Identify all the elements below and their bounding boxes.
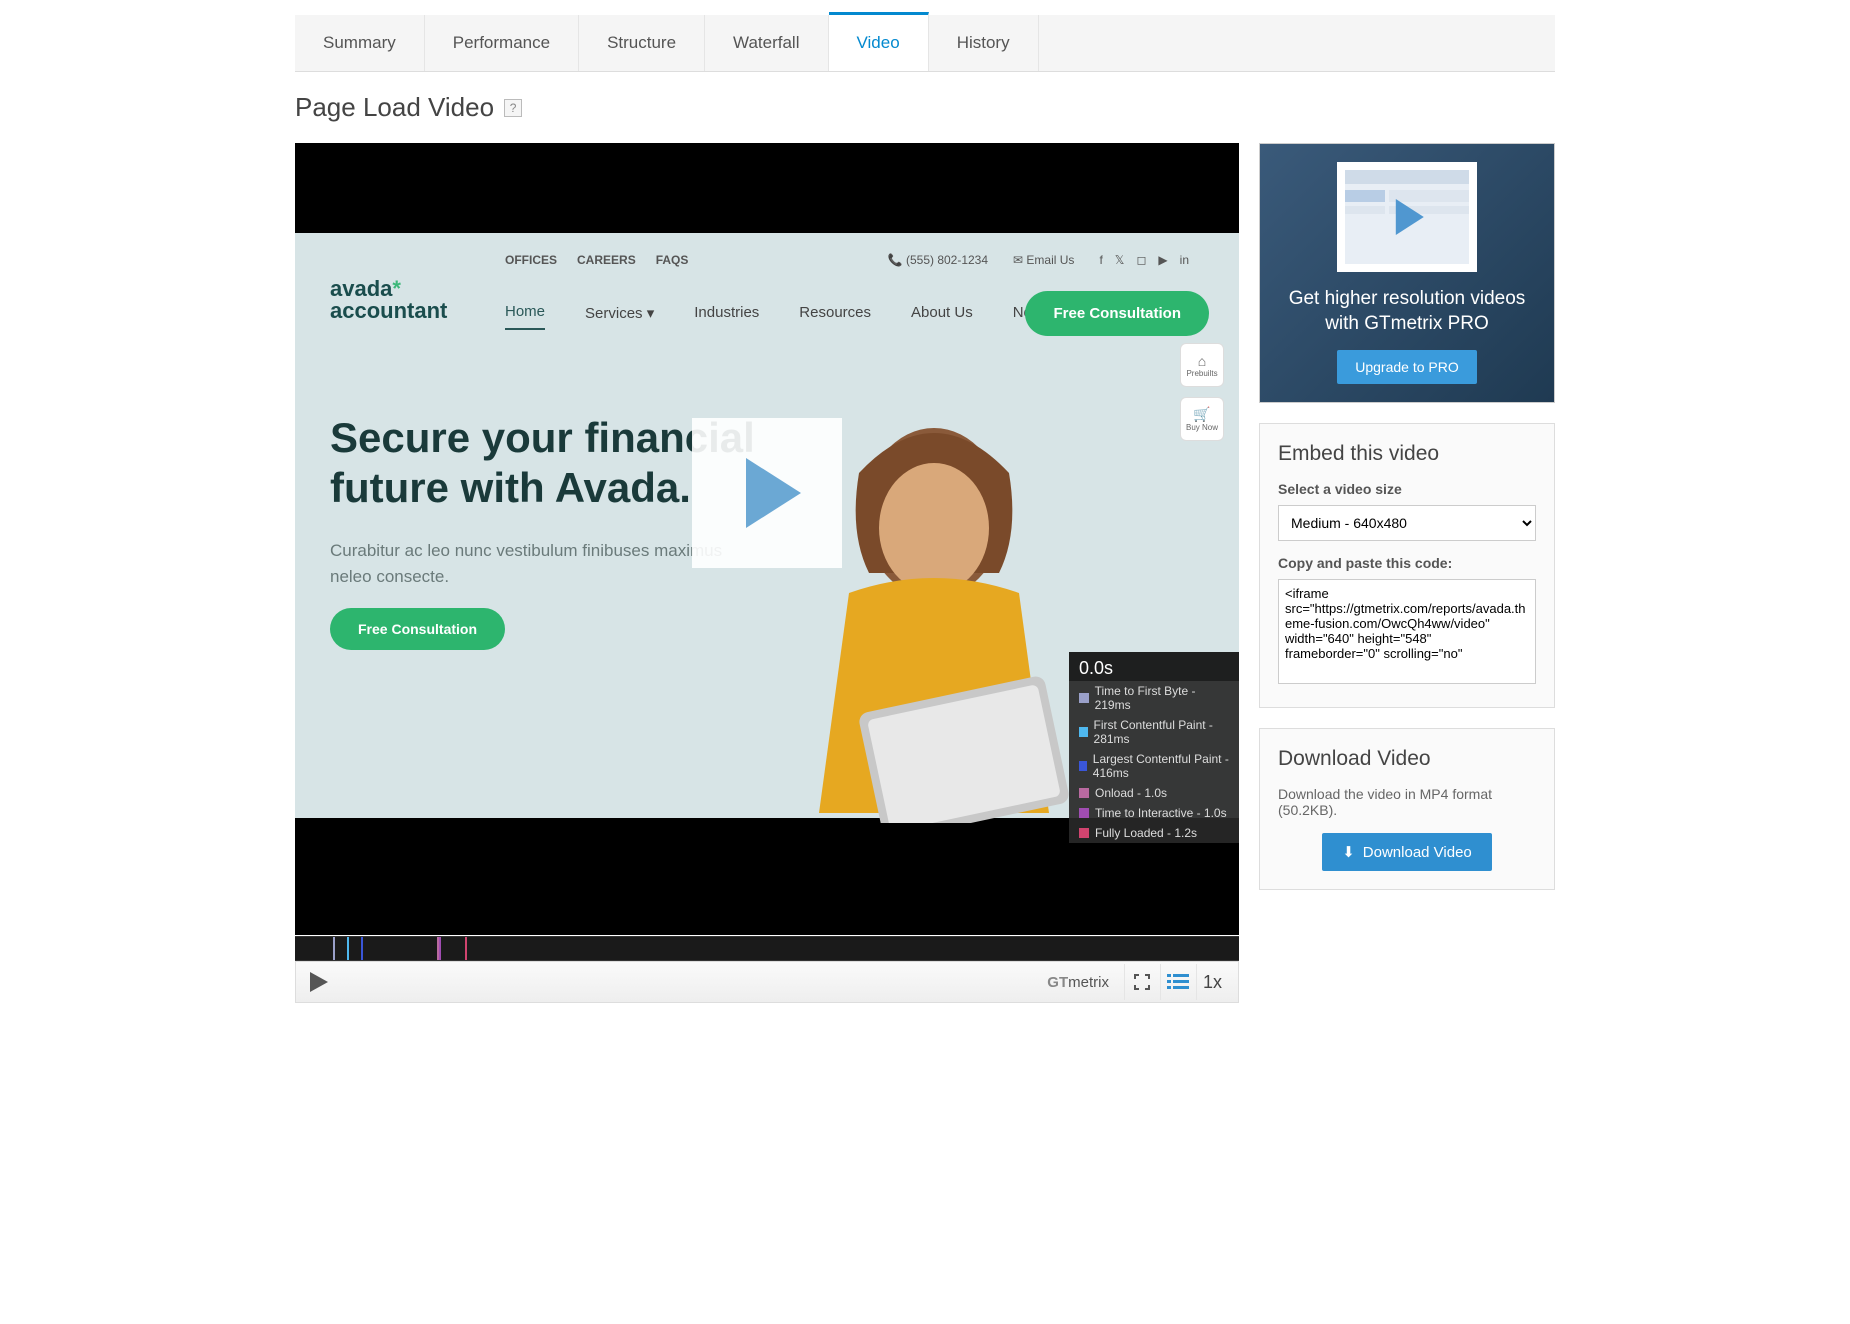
- upgrade-button[interactable]: Upgrade to PRO: [1337, 350, 1477, 384]
- preview-toplink: FAQS: [656, 253, 689, 267]
- embed-code-textarea[interactable]: [1278, 579, 1536, 684]
- preview-nav-item: Industries: [694, 304, 759, 329]
- promo-thumbnail: [1337, 162, 1477, 272]
- chevron-down-icon: ▾: [647, 305, 655, 322]
- fullscreen-button[interactable]: [1124, 964, 1160, 1000]
- video-timeline[interactable]: [295, 936, 1239, 961]
- linkedin-icon: in: [1180, 253, 1189, 267]
- page-title: Page Load Video: [295, 92, 494, 123]
- fullscreen-icon: [1132, 972, 1152, 992]
- promo-panel: Get higher resolution videos with GTmetr…: [1259, 143, 1555, 403]
- play-icon: [746, 458, 801, 528]
- metric-row: Fully Loaded - 1.2s: [1069, 823, 1239, 843]
- preview-cta-button: Free Consultation: [1025, 291, 1209, 336]
- phone-icon: 📞 (555) 802-1234: [888, 253, 988, 267]
- play-small-button[interactable]: [310, 972, 328, 992]
- swatch-icon: [1079, 828, 1089, 838]
- download-title: Download Video: [1278, 747, 1536, 771]
- tab-structure[interactable]: Structure: [579, 15, 705, 71]
- legend-toggle-button[interactable]: [1160, 964, 1196, 1000]
- promo-text: Get higher resolution videos with GTmetr…: [1278, 287, 1536, 336]
- video-controls: GTmetrix 1x: [295, 961, 1239, 1003]
- embed-size-select[interactable]: Medium - 640x480: [1278, 505, 1536, 541]
- metric-row: Largest Contentful Paint - 416ms: [1069, 749, 1239, 783]
- swatch-icon: [1079, 808, 1089, 818]
- play-icon: [1396, 199, 1424, 235]
- preview-widget: ⌂Prebuilts: [1180, 343, 1224, 387]
- twitter-icon: 𝕏: [1115, 253, 1125, 267]
- swatch-icon: [1079, 727, 1088, 737]
- swatch-icon: [1079, 761, 1087, 771]
- swatch-icon: [1079, 788, 1089, 798]
- list-icon: [1167, 972, 1189, 992]
- embed-code-label: Copy and paste this code:: [1278, 555, 1536, 571]
- video-panel: OFFICES CAREERS FAQS 📞 (555) 802-1234 ✉ …: [295, 143, 1239, 935]
- tab-waterfall[interactable]: Waterfall: [705, 15, 828, 71]
- preview-nav: Home Services ▾ Industries Resources Abo…: [505, 303, 1050, 330]
- download-desc: Download the video in MP4 format (50.2KB…: [1278, 786, 1536, 818]
- instagram-icon: ◻: [1136, 253, 1146, 267]
- preview-hero-cta: Free Consultation: [330, 608, 505, 650]
- youtube-icon: ▶: [1158, 253, 1167, 267]
- metric-row: Time to Interactive - 1.0s: [1069, 803, 1239, 823]
- video-preview: OFFICES CAREERS FAQS 📞 (555) 802-1234 ✉ …: [295, 143, 1239, 843]
- speed-button[interactable]: 1x: [1196, 964, 1228, 1000]
- preview-hero-subtitle: Curabitur ac leo nunc vestibulum finibus…: [330, 538, 730, 589]
- preview-nav-item: Services ▾: [585, 304, 654, 330]
- tab-video[interactable]: Video: [829, 12, 929, 71]
- preview-logo: avada* accountant: [330, 278, 447, 322]
- preview-widget: 🛒Buy Now: [1180, 397, 1224, 441]
- help-icon[interactable]: ?: [504, 99, 522, 117]
- preview-nav-item: Resources: [799, 304, 871, 329]
- preview-nav-item: About Us: [911, 304, 973, 329]
- embed-title: Embed this video: [1278, 442, 1536, 466]
- metrics-overlay: 0.0s Time to First Byte - 219ms First Co…: [1069, 652, 1239, 843]
- tab-history[interactable]: History: [929, 15, 1039, 71]
- download-panel: Download Video Download the video in MP4…: [1259, 728, 1555, 890]
- tab-performance[interactable]: Performance: [425, 15, 579, 71]
- preview-toplink: OFFICES: [505, 253, 557, 267]
- preview-nav-item: Home: [505, 303, 545, 330]
- brand-label: GTmetrix: [1047, 974, 1109, 991]
- preview-toplink: CAREERS: [577, 253, 636, 267]
- email-icon: ✉ Email Us: [1013, 253, 1074, 267]
- play-button[interactable]: [692, 418, 842, 568]
- metrics-time: 0.0s: [1069, 652, 1239, 681]
- metric-row: Time to First Byte - 219ms: [1069, 681, 1239, 715]
- preview-topbar: OFFICES CAREERS FAQS 📞 (555) 802-1234 ✉ …: [505, 253, 1189, 267]
- metric-row: Onload - 1.0s: [1069, 783, 1239, 803]
- download-icon: ⬇: [1342, 843, 1355, 861]
- embed-size-label: Select a video size: [1278, 481, 1536, 497]
- tab-summary[interactable]: Summary: [295, 15, 425, 71]
- embed-panel: Embed this video Select a video size Med…: [1259, 423, 1555, 708]
- download-button[interactable]: ⬇ Download Video: [1322, 833, 1492, 871]
- facebook-icon: f: [1099, 253, 1102, 267]
- metric-row: First Contentful Paint - 281ms: [1069, 715, 1239, 749]
- swatch-icon: [1079, 693, 1089, 703]
- tabs-bar: Summary Performance Structure Waterfall …: [295, 15, 1555, 72]
